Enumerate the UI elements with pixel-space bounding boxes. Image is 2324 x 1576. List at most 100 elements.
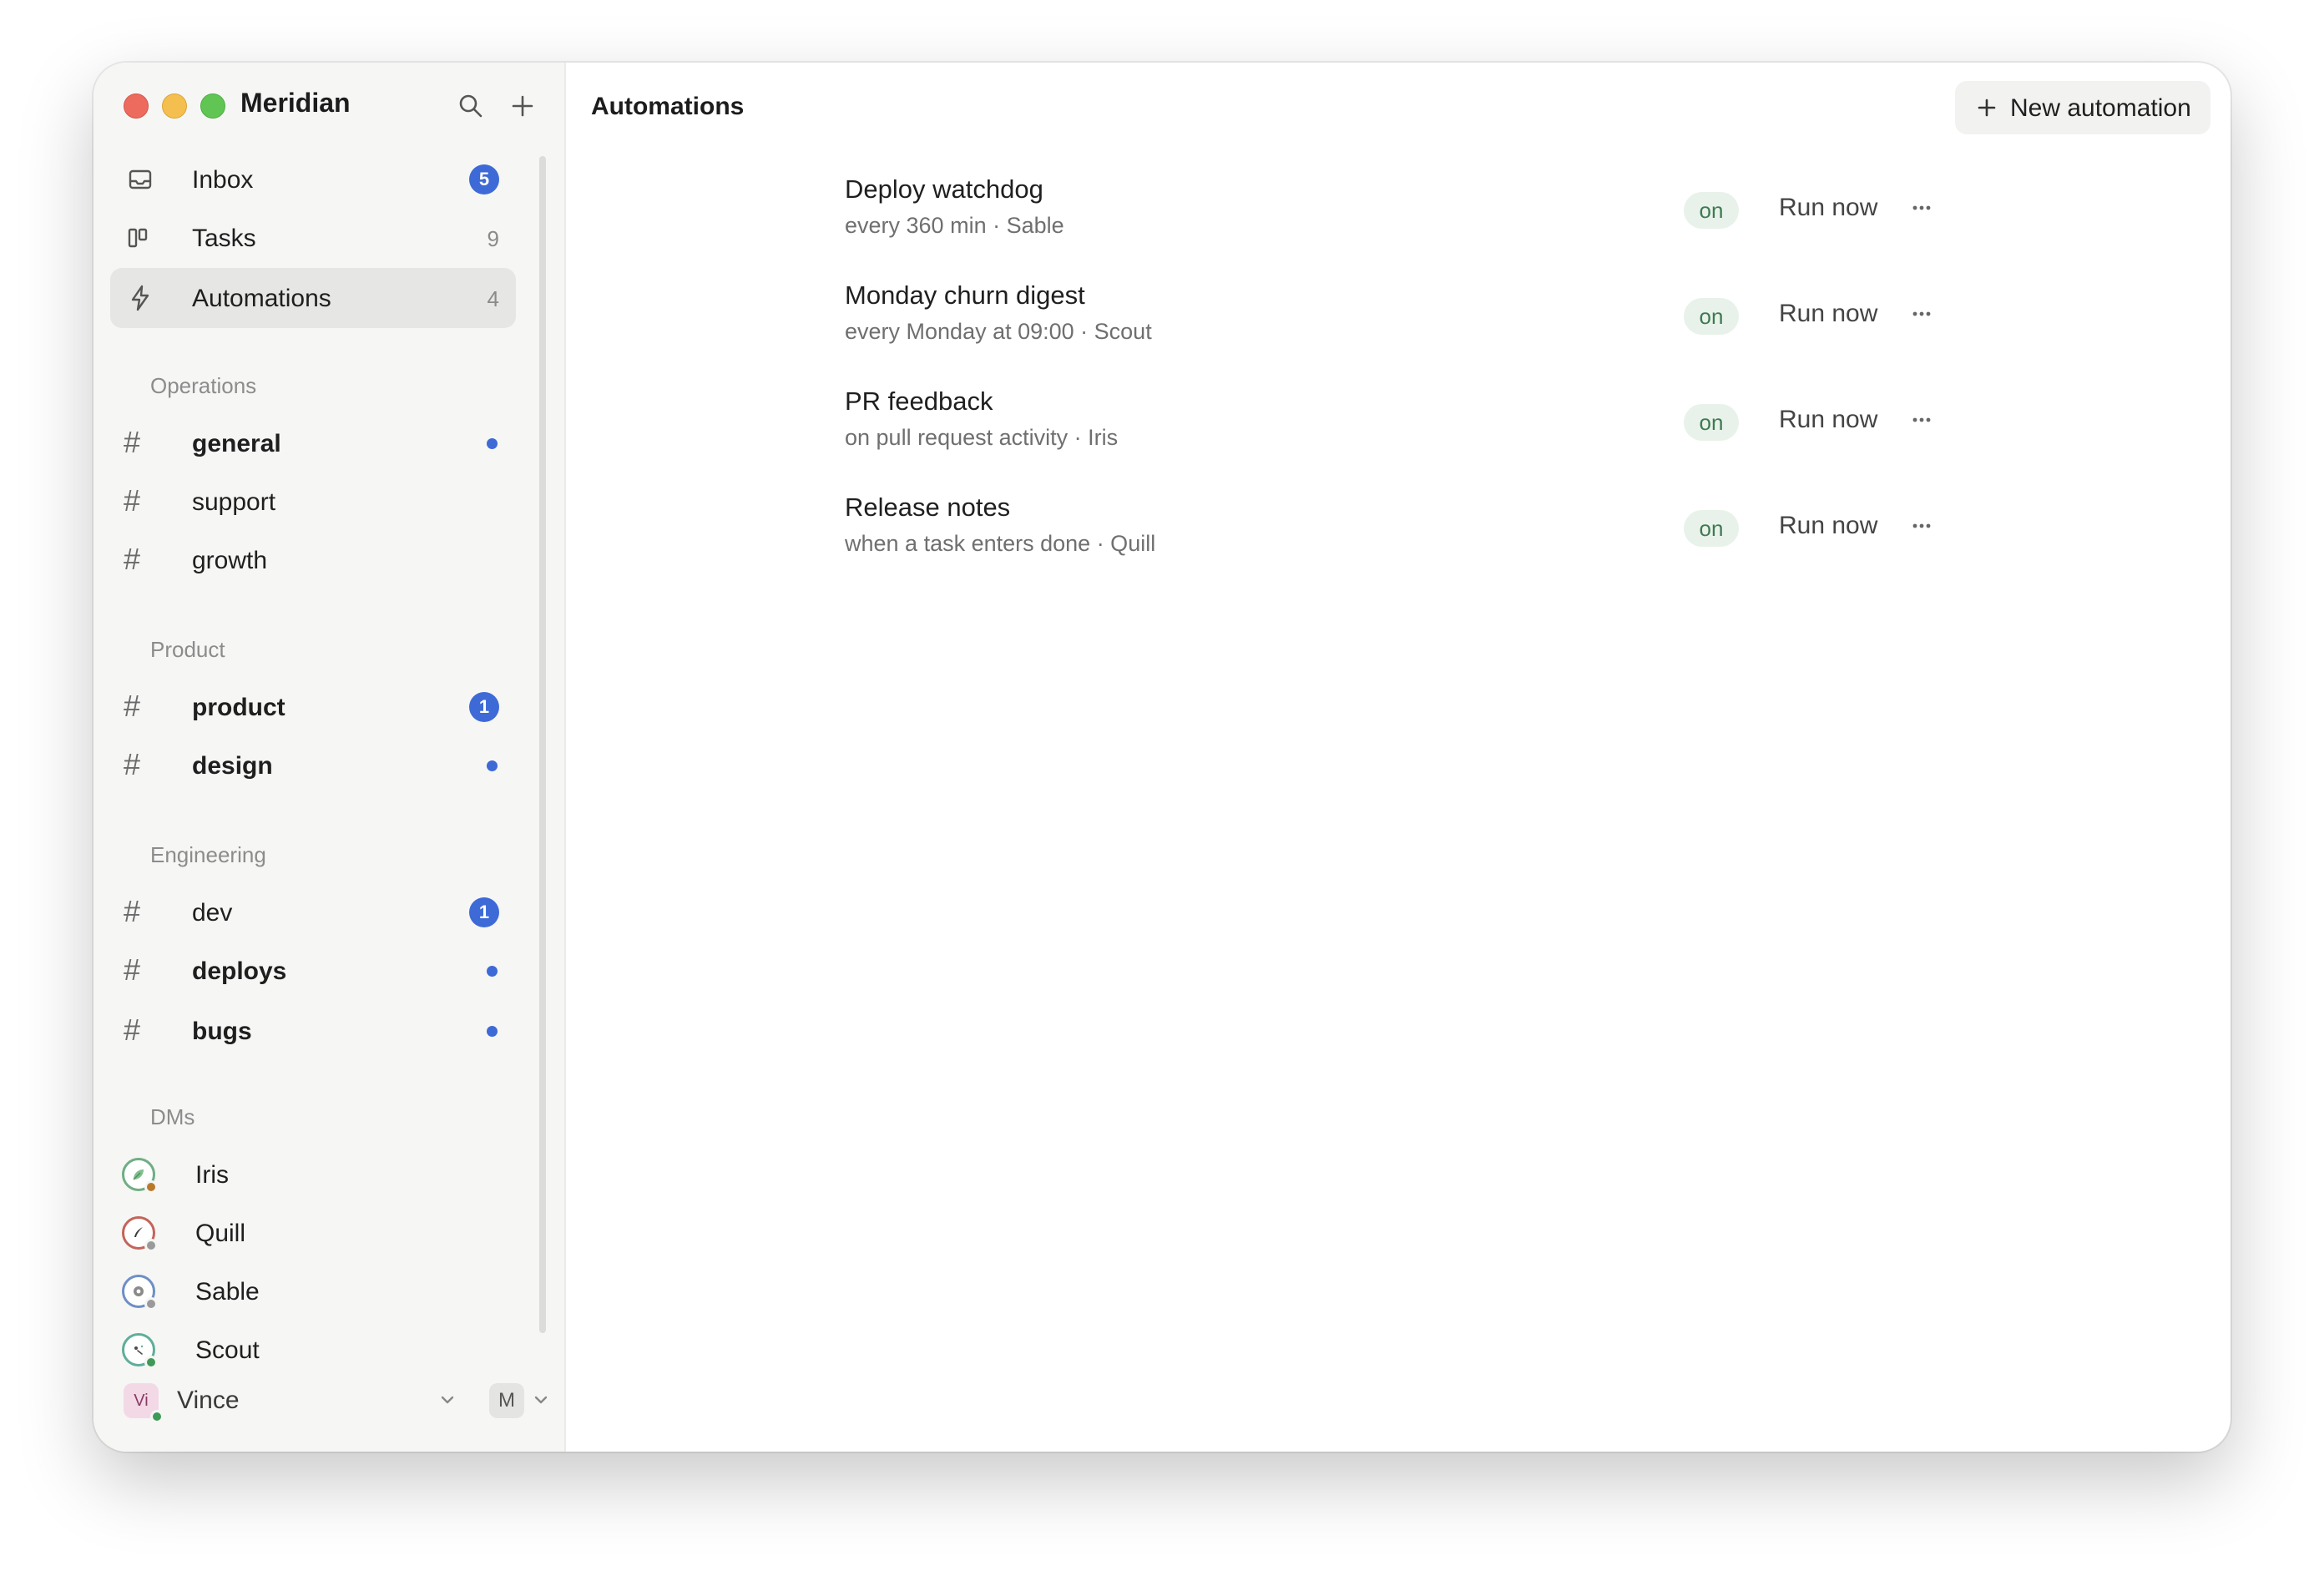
bolt-icon	[125, 283, 155, 313]
channel-deploys[interactable]: # deploys	[110, 941, 516, 1001]
dm-scout[interactable]: Scout	[110, 1320, 516, 1380]
automation-schedule: every 360 min · Sable	[845, 213, 1064, 238]
channel-support[interactable]: # support	[110, 472, 516, 532]
section-label-product: Product	[150, 637, 225, 662]
avatar	[122, 1216, 158, 1252]
unread-dot	[487, 966, 498, 977]
automations-count: 4	[487, 286, 499, 311]
hash-icon: #	[124, 689, 141, 723]
channel-dev[interactable]: # dev 1	[110, 882, 516, 942]
channel-product[interactable]: # product 1	[110, 677, 516, 737]
channel-name: growth	[192, 547, 268, 574]
hash-icon: #	[124, 542, 141, 576]
user-avatar: Vi	[124, 1383, 164, 1423]
unread-count-badge: 1	[469, 692, 499, 722]
more-options-icon[interactable]	[1905, 193, 1938, 223]
automation-title: Deploy watchdog	[845, 174, 1043, 204]
section-label-engineering: Engineering	[150, 842, 266, 867]
minimize-window-button[interactable]	[162, 93, 187, 119]
automation-row[interactable]: PR feedback on pull request activity · I…	[845, 386, 2047, 478]
more-options-icon[interactable]	[1905, 299, 1938, 329]
gear-icon	[134, 1286, 144, 1296]
automation-title: Release notes	[845, 492, 1011, 522]
page-title: Automations	[591, 93, 745, 120]
channel-name: product	[192, 694, 285, 721]
mode-chevron-down-icon[interactable]	[531, 1390, 551, 1410]
hash-icon: #	[124, 1013, 141, 1047]
channel-bugs[interactable]: # bugs	[110, 1001, 516, 1061]
channel-name: deploys	[192, 957, 287, 985]
channel-name: dev	[192, 899, 233, 927]
hash-icon: #	[124, 952, 141, 987]
unread-dot	[487, 760, 498, 771]
channel-name: bugs	[192, 1018, 252, 1045]
presence-indicator	[144, 1180, 158, 1194]
close-window-button[interactable]	[124, 93, 149, 119]
channel-name: general	[192, 430, 281, 457]
sidebar-scrollbar[interactable]	[539, 156, 546, 1333]
mode-switcher[interactable]: M	[489, 1383, 524, 1418]
presence-indicator	[150, 1410, 164, 1423]
run-now-button[interactable]: Run now	[1779, 300, 1877, 328]
automation-row[interactable]: Deploy watchdog every 360 min · Sable on…	[845, 174, 2047, 266]
unread-dot	[487, 438, 498, 449]
run-now-button[interactable]: Run now	[1779, 512, 1877, 540]
unread-dot	[487, 1026, 498, 1037]
channel-design[interactable]: # design	[110, 735, 516, 796]
section-label-operations: Operations	[150, 373, 257, 398]
quill-icon	[134, 1227, 143, 1237]
dm-iris[interactable]: Iris	[110, 1144, 516, 1205]
channel-growth[interactable]: # growth	[110, 530, 516, 590]
nav-item-automations[interactable]: Automations 4	[110, 268, 516, 328]
hash-icon: #	[124, 483, 141, 518]
user-initials: Vi	[134, 1392, 149, 1410]
status-toggle[interactable]: on	[1684, 404, 1739, 441]
run-now-button[interactable]: Run now	[1779, 194, 1877, 222]
dm-name: Scout	[195, 1336, 260, 1364]
presence-indicator	[144, 1297, 158, 1311]
channel-name: support	[192, 488, 276, 516]
unread-count-badge: 1	[469, 897, 499, 927]
zoom-window-button[interactable]	[200, 93, 225, 119]
new-automation-label: New automation	[2010, 94, 2191, 122]
presence-indicator	[144, 1356, 158, 1369]
tasks-count: 9	[487, 226, 499, 251]
avatar	[122, 1333, 158, 1369]
leaf-icon	[133, 1169, 144, 1180]
inbox-icon	[125, 164, 155, 194]
user-menu-chevron-down-icon[interactable]	[437, 1390, 457, 1410]
automation-schedule: every Monday at 09:00 · Scout	[845, 319, 1152, 344]
hash-icon: #	[124, 747, 141, 781]
automation-schedule: on pull request activity · Iris	[845, 425, 1119, 450]
plus-icon	[1975, 96, 1998, 119]
app-window: Meridian Inbox 5 Tasks 9 Automations 4 O…	[93, 63, 2231, 1452]
search-icon[interactable]	[456, 91, 486, 121]
more-options-icon[interactable]	[1905, 511, 1938, 541]
dm-name: Iris	[195, 1161, 229, 1189]
run-now-button[interactable]: Run now	[1779, 406, 1877, 434]
automation-row[interactable]: Release notes when a task enters done · …	[845, 492, 2047, 584]
nav-item-label: Inbox	[192, 166, 254, 194]
presence-indicator	[144, 1239, 158, 1252]
dm-sable[interactable]: Sable	[110, 1261, 516, 1321]
avatar	[122, 1158, 158, 1194]
automation-row[interactable]: Monday churn digest every Monday at 09:0…	[845, 280, 2047, 372]
nav-item-tasks[interactable]: Tasks 9	[110, 208, 516, 268]
channel-general[interactable]: # general	[110, 413, 516, 473]
add-icon[interactable]	[508, 91, 538, 121]
status-toggle[interactable]: on	[1684, 510, 1739, 547]
nav-item-label: Tasks	[192, 225, 256, 252]
user-name: Vince	[177, 1387, 240, 1414]
sidebar: Meridian Inbox 5 Tasks 9 Automations 4 O…	[93, 63, 566, 1452]
dm-name: Quill	[195, 1220, 246, 1247]
more-options-icon[interactable]	[1905, 405, 1938, 435]
inbox-unread-badge: 5	[469, 164, 499, 194]
compass-icon	[134, 1345, 144, 1355]
status-toggle[interactable]: on	[1684, 298, 1739, 335]
nav-item-inbox[interactable]: Inbox 5	[110, 149, 516, 210]
dm-quill[interactable]: Quill	[110, 1203, 516, 1263]
new-automation-button[interactable]: New automation	[1955, 81, 2210, 134]
current-user-row[interactable]: Vi Vince M	[110, 1375, 549, 1425]
avatar	[122, 1275, 158, 1311]
status-toggle[interactable]: on	[1684, 192, 1739, 229]
